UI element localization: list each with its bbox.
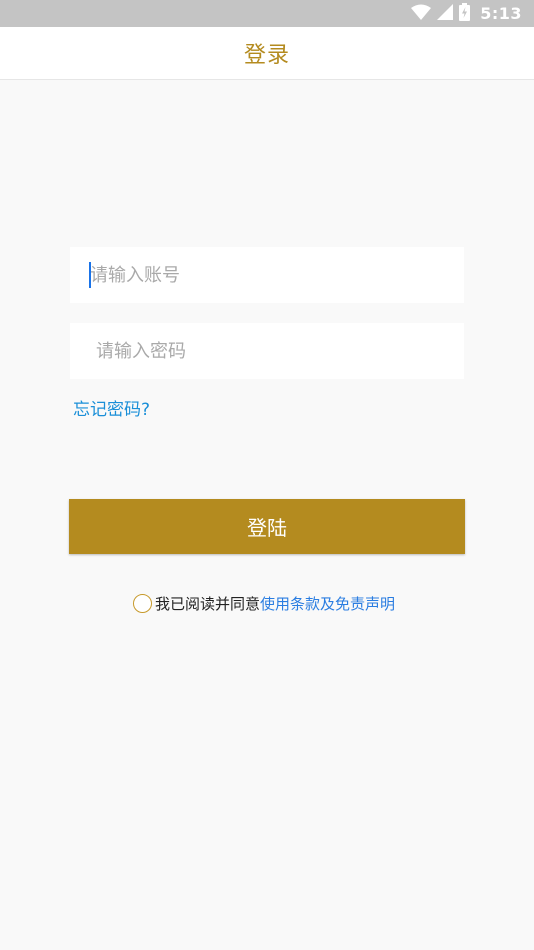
- agreement-row: 我已阅读并同意 使用条款及免责声明: [133, 592, 395, 614]
- agreement-text: 我已阅读并同意: [155, 594, 261, 613]
- wifi-icon: [411, 4, 432, 24]
- status-bar: 5:13: [0, 0, 534, 27]
- agree-radio[interactable]: [133, 593, 152, 613]
- password-field-container: [70, 323, 464, 379]
- account-input[interactable]: [70, 247, 464, 303]
- text-cursor: [89, 262, 91, 288]
- forgot-password-link[interactable]: 忘记密码?: [73, 395, 150, 420]
- title-bar: 登录: [0, 27, 534, 80]
- login-button[interactable]: 登陆: [69, 499, 465, 554]
- password-input[interactable]: [70, 323, 464, 379]
- cellular-signal-icon: [437, 3, 454, 24]
- page-title: 登录: [243, 43, 290, 68]
- account-field-container: [70, 247, 464, 303]
- status-time: 5:13: [480, 4, 522, 23]
- terms-link[interactable]: 使用条款及免责声明: [260, 593, 395, 614]
- battery-charging-icon: [459, 2, 471, 25]
